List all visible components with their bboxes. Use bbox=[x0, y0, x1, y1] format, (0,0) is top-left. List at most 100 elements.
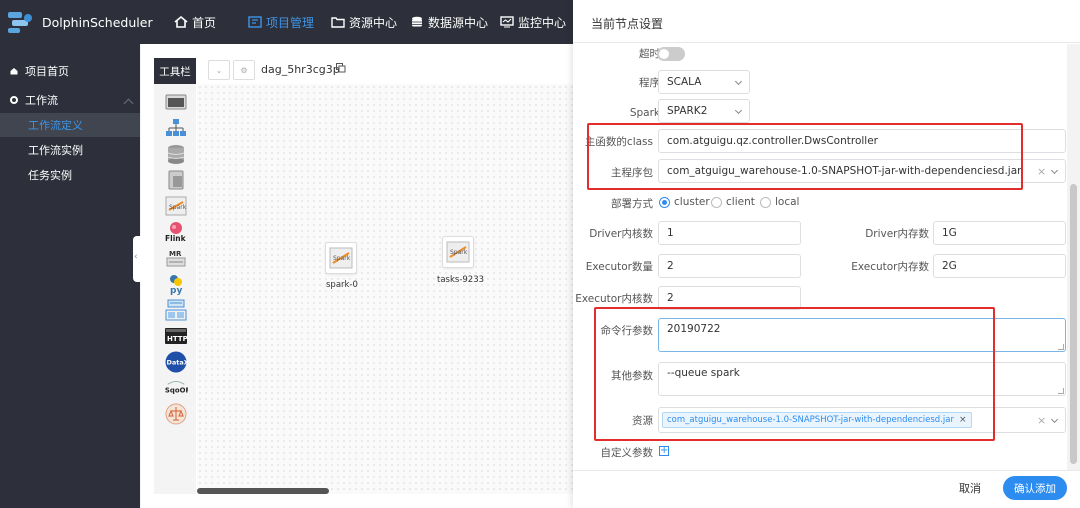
radio-cluster[interactable]: cluster bbox=[659, 196, 710, 208]
sidebar-item-project-home[interactable]: 项目首页 bbox=[0, 59, 140, 83]
mr-icon[interactable]: MR bbox=[164, 247, 188, 269]
sidebar-item-label: 项目首页 bbox=[25, 65, 69, 78]
monitor-icon bbox=[500, 16, 514, 28]
spark-icon: Spark bbox=[446, 241, 470, 263]
confirm-add-button[interactable]: 确认添加 bbox=[1003, 476, 1067, 500]
cancel-button[interactable]: 取消 bbox=[959, 480, 981, 496]
sidebar-item-workflow[interactable]: 工作流 bbox=[0, 88, 140, 112]
svg-text:SqoOP: SqoOP bbox=[165, 387, 188, 395]
select-value: SCALA bbox=[667, 76, 702, 88]
svg-text:Spark: Spark bbox=[169, 204, 187, 211]
spark-version-select[interactable]: SPARK2 bbox=[658, 99, 750, 123]
chevron-down-icon bbox=[1050, 415, 1059, 424]
settings-icon[interactable]: ⚙ bbox=[233, 60, 255, 80]
app-name: DolphinScheduler bbox=[42, 14, 153, 30]
deploy-mode-label: 部署方式 bbox=[611, 198, 653, 210]
scroll-thumb[interactable] bbox=[1070, 184, 1077, 464]
sql-icon[interactable] bbox=[164, 169, 188, 191]
radio-label: cluster bbox=[674, 196, 710, 208]
http-icon[interactable]: HTTP bbox=[164, 325, 188, 347]
input-value: 1 bbox=[667, 227, 674, 239]
radio-dot bbox=[711, 196, 722, 208]
sqoop-icon[interactable]: SqoOP bbox=[164, 377, 188, 399]
resize-handle[interactable] bbox=[1058, 388, 1064, 394]
svg-text:HTTP: HTTP bbox=[167, 335, 188, 343]
toolbar-label: 工具栏 bbox=[154, 58, 196, 84]
sidebar-item-label: 任务实例 bbox=[28, 169, 72, 182]
home-icon bbox=[10, 68, 18, 75]
close-icon[interactable]: × bbox=[1037, 165, 1046, 178]
home-icon bbox=[174, 16, 188, 28]
svg-text:Spark: Spark bbox=[333, 255, 351, 262]
dag-canvas-panel: 工具栏 Spark Flink MR py HTTP DataX SqoOP ⌄… bbox=[141, 44, 573, 508]
flink-icon[interactable]: Flink bbox=[164, 221, 188, 243]
driver-memory-input[interactable]: 1G bbox=[933, 221, 1066, 245]
nav-label: 数据源中心 bbox=[428, 15, 489, 30]
drawer-vertical-scrollbar[interactable] bbox=[1067, 44, 1080, 470]
driver-cores-label: Driver内核数 bbox=[589, 228, 653, 240]
database-icon bbox=[412, 16, 422, 27]
node-settings-drawer: 当前节点设置 超时告警 程序类型 SCALA Spark版本 SPARK2 主函… bbox=[573, 0, 1080, 508]
sub-process-icon[interactable] bbox=[164, 117, 188, 139]
divider bbox=[573, 42, 1080, 43]
chevron-down-icon bbox=[734, 77, 743, 86]
python-icon[interactable]: py bbox=[164, 273, 188, 295]
driver-cores-input[interactable]: 1 bbox=[658, 221, 801, 245]
nav-resource-center[interactable]: 资源中心 bbox=[331, 0, 397, 44]
svg-text:MR: MR bbox=[169, 250, 182, 258]
radio-local[interactable]: local bbox=[760, 196, 799, 208]
highlight-box bbox=[587, 123, 1023, 190]
sidebar-item-workflow-definition[interactable]: 工作流定义 bbox=[0, 113, 140, 137]
sidebar-item-workflow-instance[interactable]: 工作流实例 bbox=[0, 138, 140, 162]
select-value: SPARK2 bbox=[667, 105, 708, 117]
node-label: spark-0 bbox=[326, 280, 358, 290]
input-value: 2 bbox=[667, 292, 674, 304]
resize-handle[interactable] bbox=[1058, 344, 1064, 350]
timeout-alarm-toggle[interactable] bbox=[657, 47, 685, 61]
radio-label: client bbox=[726, 196, 755, 208]
sidebar-item-task-instance[interactable]: 任务实例 bbox=[0, 163, 140, 187]
nav-monitor-center[interactable]: 监控中心 bbox=[500, 0, 566, 44]
dependent-icon[interactable] bbox=[164, 299, 188, 321]
svg-text:py: py bbox=[170, 286, 182, 295]
radio-label: local bbox=[775, 196, 800, 208]
executor-memory-input[interactable]: 2G bbox=[933, 254, 1066, 278]
nav-datasource-center[interactable]: 数据源中心 bbox=[410, 0, 488, 44]
chevron-up-icon bbox=[123, 98, 134, 109]
drawer-title: 当前节点设置 bbox=[591, 17, 664, 31]
divider bbox=[573, 470, 1080, 471]
canvas-horizontal-scrollbar[interactable] bbox=[197, 488, 329, 494]
dag-canvas[interactable] bbox=[197, 84, 573, 494]
program-type-select[interactable]: SCALA bbox=[658, 70, 750, 94]
close-icon[interactable]: × bbox=[1037, 414, 1046, 427]
executor-num-label: Executor数量 bbox=[585, 261, 653, 273]
sidebar-collapse-button[interactable]: ‹ bbox=[133, 236, 141, 282]
radio-dot bbox=[760, 196, 771, 208]
task-toolbar: Spark Flink MR py HTTP DataX SqoOP bbox=[154, 84, 196, 494]
nav-home[interactable]: 首页 bbox=[174, 0, 216, 44]
radio-dot bbox=[659, 196, 670, 208]
sidebar: 项目首页 工作流 工作流定义 工作流实例 任务实例 bbox=[0, 44, 140, 508]
project-icon bbox=[248, 16, 262, 28]
app-logo[interactable]: DolphinScheduler bbox=[6, 10, 153, 34]
shell-icon[interactable] bbox=[164, 91, 188, 113]
chevron-down-icon[interactable]: ⌄ bbox=[208, 60, 230, 80]
procedure-icon[interactable] bbox=[164, 143, 188, 165]
input-value: 1G bbox=[942, 227, 957, 239]
nav-label: 资源中心 bbox=[349, 15, 398, 30]
spark-icon[interactable]: Spark bbox=[164, 195, 188, 217]
executor-memory-label: Executor内存数 bbox=[851, 261, 929, 273]
datax-icon[interactable]: DataX bbox=[164, 351, 188, 373]
nav-label: 监控中心 bbox=[518, 15, 567, 30]
sidebar-item-label: 工作流 bbox=[25, 94, 58, 107]
add-param-icon[interactable]: + bbox=[659, 446, 669, 456]
dag-node-spark-0[interactable]: Spark bbox=[325, 242, 357, 274]
executor-num-input[interactable]: 2 bbox=[658, 254, 801, 278]
copy-icon[interactable] bbox=[336, 63, 346, 73]
conditions-icon[interactable] bbox=[164, 403, 188, 425]
radio-client[interactable]: client bbox=[711, 196, 755, 208]
nav-project-management[interactable]: 项目管理 bbox=[248, 0, 314, 44]
dag-node-tasks-9233[interactable]: Spark bbox=[442, 236, 474, 268]
custom-params-label: 自定义参数 bbox=[600, 447, 654, 459]
executor-cores-label: Executor内核数 bbox=[575, 293, 653, 305]
